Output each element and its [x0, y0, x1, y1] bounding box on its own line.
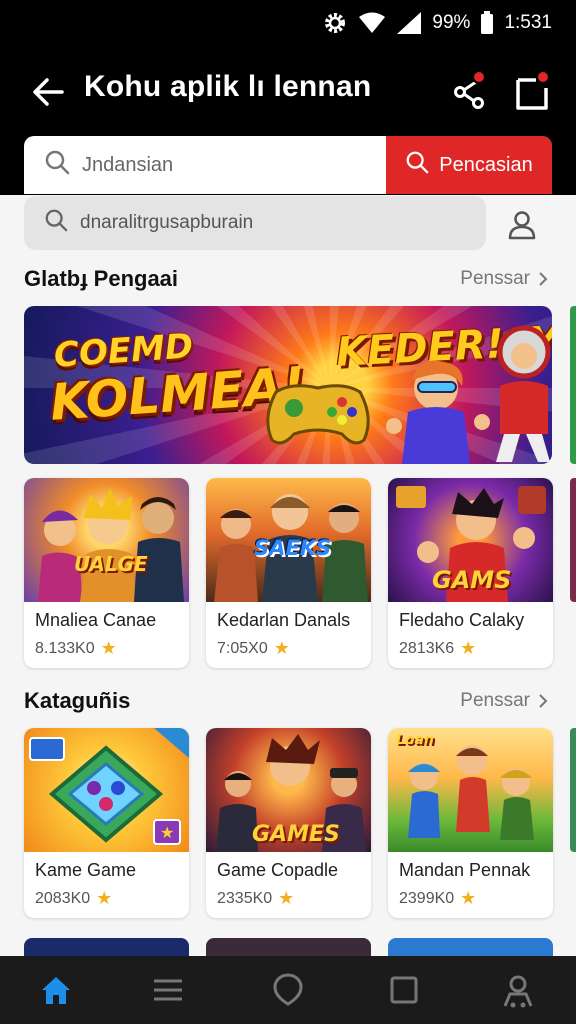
status-time: 1:531 — [504, 12, 552, 33]
game-card[interactable]: Loan Mandan Pennak 2399K0 ★ — [388, 728, 553, 918]
game-card-rating: 8.133K0 ★ — [35, 638, 117, 659]
game-card-rating: 2335K0 ★ — [217, 888, 294, 909]
game-card-rating-value: 8.133K0 — [35, 639, 95, 657]
game-card-rating: 2083K0 ★ — [35, 888, 112, 909]
gamepad-icon — [266, 384, 370, 445]
categories-see-more[interactable]: Penssar — [460, 690, 548, 712]
secondary-search-placeholder: dnaralitrgusapburain — [80, 212, 254, 233]
next-card-peek[interactable] — [570, 478, 576, 602]
card-peek[interactable] — [206, 938, 371, 958]
search-button[interactable]: Pencasian — [386, 136, 552, 194]
search-icon — [44, 149, 70, 181]
racer-character-illustration — [496, 325, 551, 462]
game-card-thumbnail: UALGE — [24, 478, 189, 602]
profile-icon[interactable] — [500, 972, 536, 1008]
next-card-peek[interactable] — [570, 728, 576, 852]
user-icon[interactable] — [506, 208, 538, 240]
star-icon: ★ — [273, 638, 290, 658]
secondary-search-input[interactable]: dnaralitrgusapburain — [24, 196, 486, 250]
status-bar: 99% 1:531 — [322, 8, 552, 38]
star-icon: ★ — [96, 888, 113, 908]
game-card-art-label: GAMS — [432, 566, 512, 594]
gear-icon — [322, 10, 348, 36]
see-more-label: Penssar — [460, 690, 530, 711]
game-card-rating-value: 2399K0 — [399, 889, 455, 907]
see-more-label: Penssar — [460, 268, 530, 289]
featured-banner[interactable]: COEMD KOLMEA! KEDER!AY — [24, 306, 552, 464]
star-icon: ★ — [278, 888, 295, 908]
search-button-label: Pencasian — [439, 153, 533, 176]
chevron-right-icon — [539, 694, 548, 708]
next-banner-peek[interactable] — [570, 306, 576, 464]
clipboard-badge — [536, 70, 550, 84]
game-card-art-label: Loan — [396, 732, 434, 748]
card-peek[interactable] — [24, 938, 189, 958]
board-game-illustration: ★ — [29, 728, 189, 845]
game-card-thumbnail: Loan — [388, 728, 553, 852]
star-icon: ★ — [460, 638, 477, 658]
featured-see-more[interactable]: Penssar — [460, 268, 548, 290]
game-card[interactable]: ★ Kame Game 2083K0 ★ — [24, 728, 189, 918]
game-card-rating-value: 2083K0 — [35, 889, 91, 907]
clipboard-icon[interactable] — [512, 68, 552, 112]
home-icon[interactable] — [38, 972, 74, 1008]
page-title: Kohu aplik lı lennan — [84, 70, 372, 103]
bottom-navigation — [0, 956, 576, 1024]
game-card-title: Mandan Pennak — [399, 860, 531, 880]
search-bar: Jndansian Pencasian — [24, 136, 552, 194]
search-icon — [405, 150, 429, 180]
game-card-rating-value: 2335K0 — [217, 889, 273, 907]
search-icon — [44, 208, 68, 238]
circle-icon[interactable] — [270, 972, 306, 1008]
game-card-title: Game Copadle — [217, 860, 339, 880]
game-card-rating: 2813K6 ★ — [399, 638, 476, 659]
game-card-title: Kame Game — [35, 860, 137, 880]
game-card[interactable]: GAMES Game Copadle 2335K0 ★ — [206, 728, 371, 918]
game-card-title: Kedarlan Danals — [217, 610, 351, 630]
hero-character-illustration — [386, 360, 490, 464]
search-input[interactable]: Jndansian — [24, 136, 386, 194]
game-card-rating: 2399K0 ★ — [399, 888, 476, 909]
game-card[interactable]: SAEKS Kedarlan Danals 7:05X0 ★ — [206, 478, 371, 668]
game-card-title: Mnaliea Canae — [35, 610, 157, 630]
wifi-icon — [358, 12, 386, 34]
signal-icon — [396, 11, 422, 35]
game-card-art-label: UALGE — [74, 552, 148, 576]
search-placeholder: Jndansian — [82, 153, 174, 176]
game-card[interactable]: GAMS Fledaho Calaky 2813K6 ★ — [388, 478, 553, 668]
svg-text:★: ★ — [160, 823, 174, 842]
game-card-thumbnail: ★ — [24, 728, 189, 852]
game-card-title: Fledaho Calaky — [399, 610, 525, 630]
characters-illustration — [38, 488, 184, 602]
categories-section-title: Kataguñis — [24, 688, 131, 713]
game-card-thumbnail: GAMES — [206, 728, 371, 852]
star-icon: ★ — [100, 638, 117, 658]
game-card-thumbnail: SAEKS — [206, 478, 371, 602]
share-badge — [472, 70, 486, 84]
chevron-right-icon — [539, 272, 548, 286]
featured-section-title: Glatbɟ Pengaai — [24, 266, 179, 291]
square-icon[interactable] — [386, 972, 422, 1008]
battery-percent: 99% — [432, 12, 471, 33]
game-card-rating-value: 7:05X0 — [217, 639, 268, 657]
card-peek[interactable] — [388, 938, 553, 958]
game-card-art-label: SAEKS — [254, 536, 332, 560]
game-card-art-label: GAMES — [252, 822, 340, 847]
game-card[interactable]: UALGE Mnaliea Canae 8.133K0 ★ — [24, 478, 189, 668]
game-card-rating: 7:05X0 ★ — [217, 638, 290, 659]
game-card-rating-value: 2813K6 — [399, 639, 455, 657]
battery-icon — [480, 11, 494, 35]
app-bar: Kohu aplik lı lennan — [0, 56, 576, 124]
star-icon: ★ — [460, 888, 477, 908]
menu-icon[interactable] — [150, 972, 186, 1008]
back-arrow-icon[interactable] — [30, 74, 66, 110]
share-icon[interactable] — [450, 70, 490, 110]
game-card-thumbnail: GAMS — [388, 478, 553, 602]
